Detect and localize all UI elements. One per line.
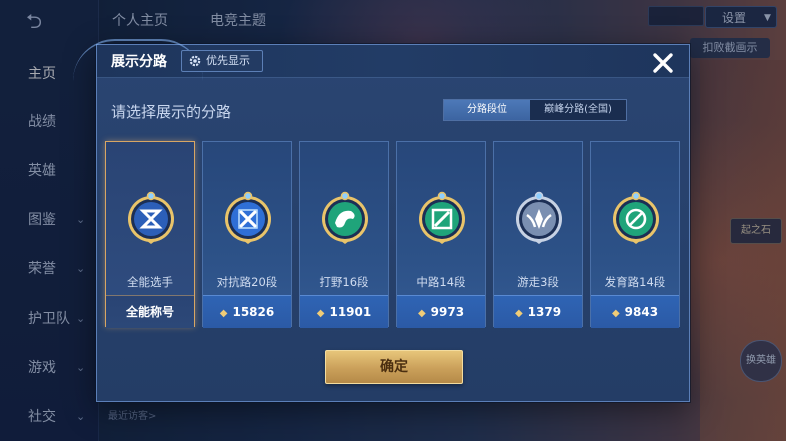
lane-score-value: 全能称号 — [125, 305, 174, 319]
lane-score-value: 9843 — [624, 305, 659, 319]
dialog-subtitle: 请选择展示的分路 — [111, 103, 232, 121]
lane-score: ◆ 9843 — [591, 295, 679, 328]
lane-name: 打野16段 — [319, 275, 369, 289]
lane-card[interactable]: 游走3段 ◆ 1379 — [493, 141, 583, 328]
tab-peak-lane-national[interactable]: 巅峰分路(全国) — [530, 100, 626, 120]
score-diamond-icon: ◆ — [219, 308, 228, 319]
clash-lane-emblem-icon — [218, 190, 278, 250]
lane-source-toggle: 分路段位 巅峰分路(全国) — [443, 99, 627, 121]
lane-score: 全能称号 — [106, 295, 194, 328]
lane-score: ◆ 11901 — [300, 295, 388, 328]
lane-card[interactable]: 对抗路20段 ◆ 15826 — [202, 141, 292, 328]
gear-icon — [189, 55, 201, 67]
priority-display-label: 优先显示 — [206, 54, 250, 67]
tab-lane-rank[interactable]: 分路段位 — [444, 100, 530, 120]
lane-score-value: 15826 — [232, 305, 275, 319]
lane-name: 游走3段 — [517, 275, 559, 289]
mid-lane-emblem-icon — [412, 190, 472, 250]
lane-display-dialog: 展示分路 优先显示 请选择展示的分路 分路段位 巅峰分路(全国) 全能选手全能称… — [73, 39, 690, 402]
close-icon[interactable] — [649, 49, 677, 77]
lane-score: ◆ 9973 — [397, 295, 485, 328]
confirm-button[interactable]: 确定 — [325, 350, 463, 384]
roam-emblem-icon — [509, 190, 569, 250]
lane-score-value: 11901 — [329, 305, 372, 319]
lane-name: 对抗路20段 — [216, 275, 278, 289]
lane-score: ◆ 1379 — [494, 295, 582, 328]
lane-cards: 全能选手 全能称号 对抗路20段 ◆ 15826 打野16段 ◆ 11901 中路14段 ◆ 997… — [105, 141, 685, 328]
all-round-emblem-icon — [121, 190, 181, 250]
score-diamond-icon: ◆ — [316, 308, 325, 319]
score-diamond-icon: ◆ — [417, 308, 426, 319]
lane-name: 全能选手 — [127, 275, 173, 289]
lane-score: ◆ 15826 — [203, 295, 291, 328]
jungle-emblem-icon — [315, 190, 375, 250]
dialog-header: 展示分路 优先显示 — [73, 39, 689, 78]
lane-score-value: 1379 — [527, 305, 562, 319]
lane-card[interactable]: 发育路14段 ◆ 9843 — [590, 141, 680, 328]
priority-display-button[interactable]: 优先显示 — [181, 50, 263, 72]
lane-name: 中路14段 — [416, 275, 466, 289]
score-diamond-icon: ◆ — [514, 308, 523, 319]
lane-card[interactable]: 中路14段 ◆ 9973 — [396, 141, 486, 328]
lane-score-value: 9973 — [430, 305, 465, 319]
lane-card[interactable]: 全能选手 全能称号 — [105, 141, 195, 328]
lane-card[interactable]: 打野16段 ◆ 11901 — [299, 141, 389, 328]
dialog-title: 展示分路 — [111, 54, 167, 70]
lane-name: 发育路14段 — [604, 275, 666, 289]
score-diamond-icon: ◆ — [611, 308, 620, 319]
farm-lane-emblem-icon — [606, 190, 666, 250]
